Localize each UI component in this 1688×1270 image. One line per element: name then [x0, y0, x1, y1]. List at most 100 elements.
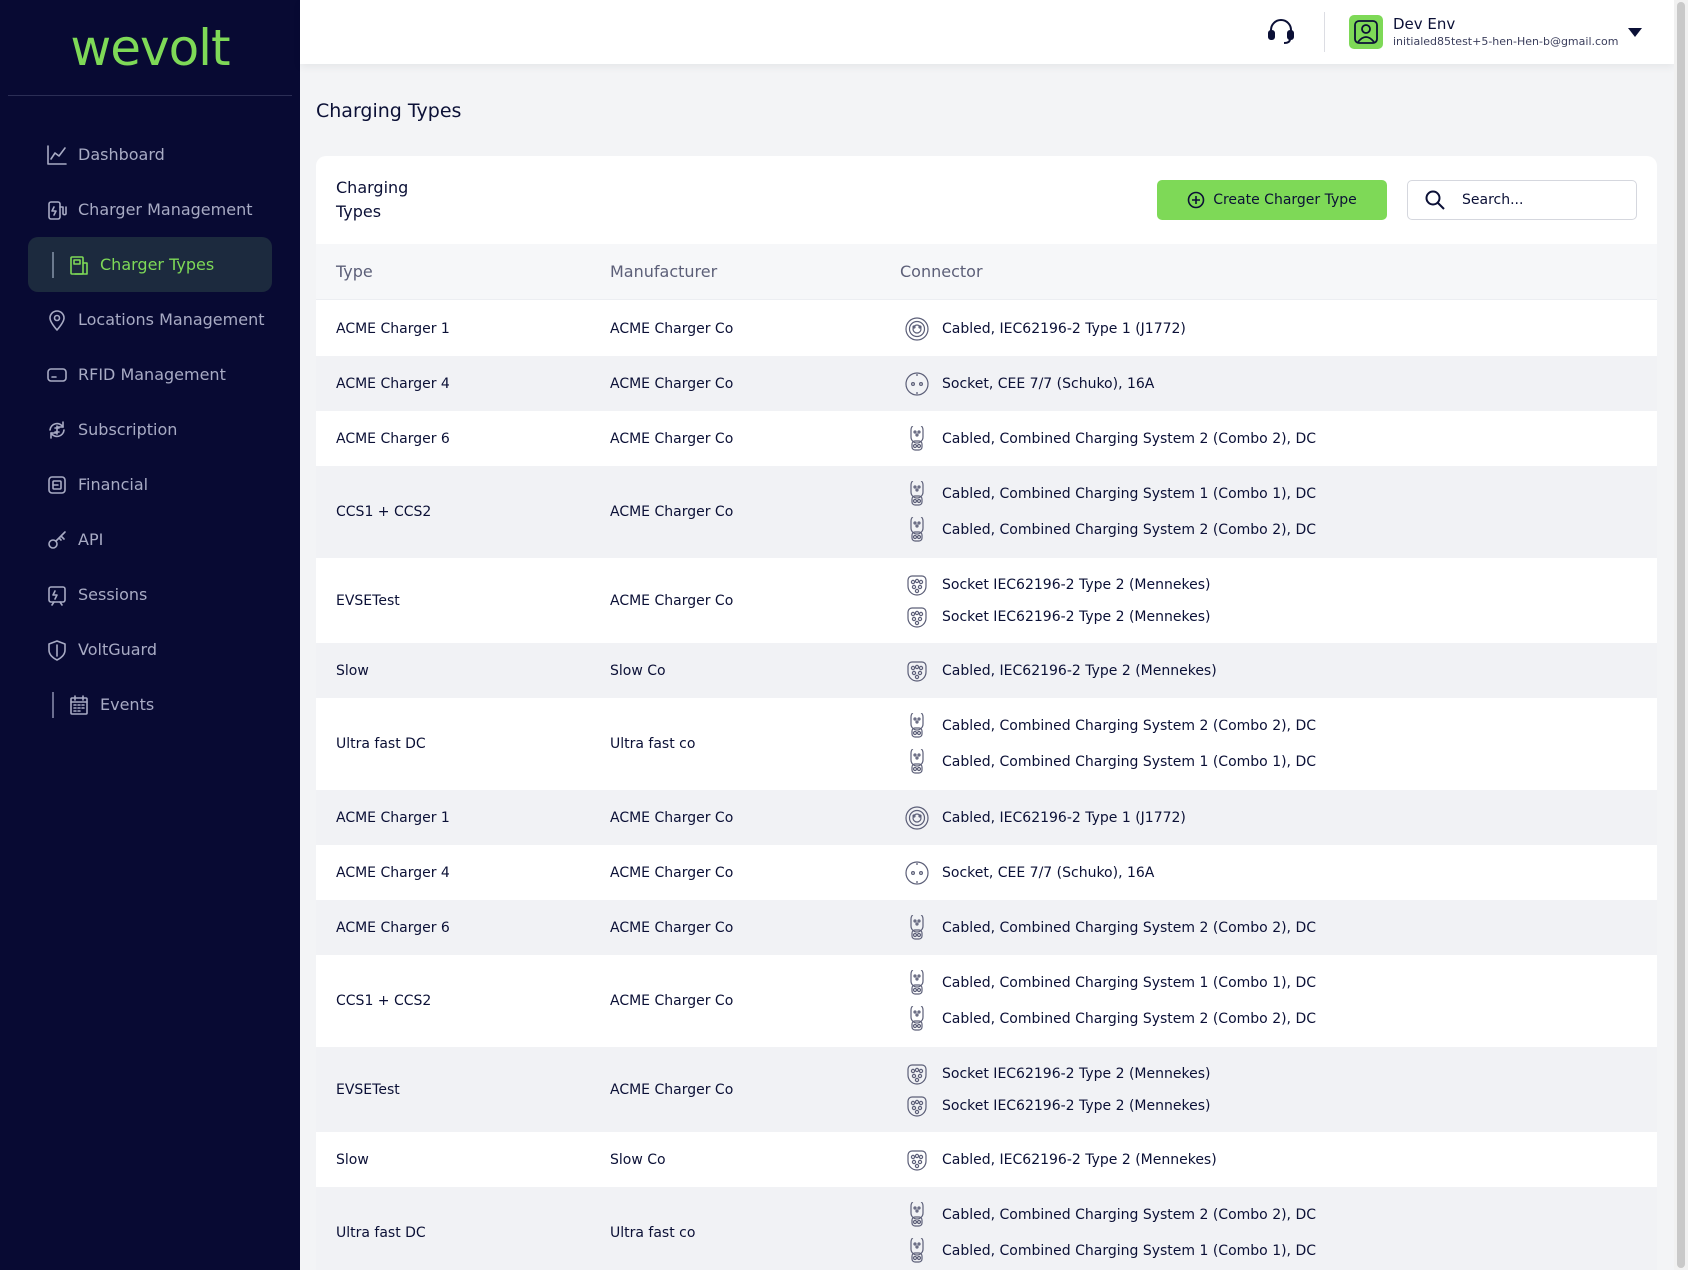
cell-manufacturer: ACME Charger Co	[610, 993, 734, 1009]
sidebar-item-financial[interactable]: Financial	[28, 457, 272, 512]
table-row[interactable]: CCS1 + CCS2 ACME Charger Co Cabled, Combin…	[316, 466, 1657, 558]
sidebar-item-api[interactable]: API	[28, 512, 272, 567]
cell-manufacturer: ACME Charger Co	[610, 592, 734, 609]
table-row[interactable]: EVSETest ACME Charger Co Socket IEC62196-2…	[316, 558, 1657, 643]
type2-connector-icon	[904, 572, 930, 598]
connector-label: Cabled, Combined Charging System 2 (Comb…	[942, 430, 1317, 447]
sidebar-item-label: Sessions	[78, 585, 148, 604]
subscription-icon	[46, 419, 68, 441]
cell-connector: Socket, CEE 7/7 (Schuko), 16A	[904, 356, 1154, 411]
create-charger-type-button[interactable]: Create Charger Type	[1157, 180, 1387, 220]
table-row[interactable]: Slow Slow Co Cabled, IEC62196-2 Type 2 (Me…	[316, 1132, 1657, 1187]
table-row[interactable]: Ultra fast DC Ultra fast co Cabled, Combin…	[316, 1187, 1657, 1270]
sidebar-item-label: VoltGuard	[78, 640, 158, 659]
combo-connector-icon	[904, 911, 930, 941]
connector-item: Cabled, Combined Charging System 2 (Comb…	[904, 1003, 1316, 1032]
table-row[interactable]: Ultra fast DC Ultra fast co Cabled, Combin…	[316, 698, 1657, 790]
combo-connector-icon	[904, 1235, 930, 1264]
table-row[interactable]: ACME Charger 6 ACME Charger Co Cabled, Com…	[316, 411, 1657, 466]
cell-connector: Cabled, Combined Charging System 2 (Comb…	[904, 411, 1316, 466]
charging-types-card: Charging Types Create Charger Type Type …	[316, 156, 1657, 1270]
cell-type: Slow	[336, 1151, 369, 1168]
search-input[interactable]	[1462, 192, 1612, 208]
sessions-icon	[46, 584, 68, 606]
connector-label: Socket, CEE 7/7 (Schuko), 16A	[942, 375, 1155, 392]
scrollbar[interactable]	[1674, 0, 1688, 1270]
sidebar-item-subscription[interactable]: Subscription	[28, 402, 272, 457]
table-row[interactable]: ACME Charger 1 ACME Charger Co Cabled, IEC…	[316, 790, 1657, 845]
avatar[interactable]	[1349, 15, 1383, 49]
schuko-socket-icon	[904, 860, 930, 886]
headset-support-icon[interactable]	[1266, 16, 1296, 46]
key-icon	[46, 529, 68, 551]
type1-connector-icon	[904, 316, 930, 342]
cell-type: ACME Charger 1	[336, 809, 450, 826]
sidebar-item-charger-types[interactable]: Charger Types	[28, 237, 272, 292]
connector-label: Cabled, Combined Charging System 2 (Comb…	[942, 1207, 1317, 1223]
connector-item: Cabled, Combined Charging System 2 (Comb…	[904, 911, 1317, 941]
sidebar-item-dashboard[interactable]: Dashboard	[28, 127, 272, 182]
connector-item: Cabled, Combined Charging System 1 (Comb…	[904, 478, 1317, 507]
sidebar-item-charger-management[interactable]: Charger Management	[28, 182, 272, 237]
sidebar-item-rfid-management[interactable]: RFID Management	[28, 347, 272, 402]
chevron-down-icon[interactable]	[1627, 26, 1643, 38]
cell-connector: Cabled, Combined Charging System 1 (Comb…	[904, 955, 1316, 1047]
table-row[interactable]: ACME Charger 4 ACME Charger Co Socket, CEE…	[316, 356, 1657, 411]
sidebar-item-label: Charger Types	[100, 255, 215, 274]
connector-label: Cabled, IEC62196-2 Type 2 (Mennekes)	[942, 662, 1217, 679]
table-row[interactable]: ACME Charger 4 ACME Charger Co Socket, CEE…	[316, 845, 1657, 900]
table-row[interactable]: EVSETest ACME Charger Co Socket IEC62196-2…	[316, 1047, 1657, 1132]
calendar-icon	[68, 694, 90, 716]
connector-label: Cabled, Combined Charging System 2 (Comb…	[942, 919, 1317, 936]
connector-item: Socket IEC62196-2 Type 2 (Mennekes)	[904, 1093, 1210, 1119]
sidebar-item-label: Locations Management	[78, 310, 265, 329]
connector-label: Socket IEC62196-2 Type 2 (Mennekes)	[942, 1097, 1211, 1114]
table-row[interactable]: ACME Charger 6 ACME Charger Co Cabled, Com…	[316, 900, 1657, 955]
connector-label: Cabled, IEC62196-2 Type 1 (J1772)	[942, 809, 1186, 826]
cell-connector: Socket IEC62196-2 Type 2 (Mennekes) Socke…	[904, 558, 1210, 643]
cell-type: Slow	[336, 662, 369, 679]
cell-connector: Cabled, IEC62196-2 Type 1 (J1772)	[904, 790, 1186, 845]
connector-item: Cabled, Combined Charging System 1 (Comb…	[904, 967, 1316, 996]
sidebar-item-events[interactable]: Events	[28, 677, 272, 732]
sidebar-item-label: RFID Management	[78, 365, 226, 384]
sidebar-item-locations-management[interactable]: Locations Management	[28, 292, 272, 347]
sidebar-item-voltguard[interactable]: VoltGuard	[28, 622, 272, 677]
type2-connector-icon	[904, 1061, 930, 1087]
cell-type: ACME Charger 6	[336, 919, 450, 936]
sidebar-item-label: Events	[100, 695, 155, 714]
combo-connector-icon	[904, 422, 930, 452]
cell-connector: Socket IEC62196-2 Type 2 (Mennekes) Socke…	[904, 1047, 1210, 1132]
cell-type: EVSETest	[336, 1081, 400, 1098]
connector-item: Cabled, Combined Charging System 1 (Comb…	[904, 746, 1316, 775]
cell-connector: Cabled, IEC62196-2 Type 1 (J1772)	[904, 301, 1186, 356]
sidebar-item-sessions[interactable]: Sessions	[28, 567, 272, 622]
connector-item: Socket, CEE 7/7 (Schuko), 16A	[904, 371, 1154, 397]
sidebar-item-label: Charger Management	[78, 200, 253, 219]
connector-label: Socket IEC62196-2 Type 2 (Mennekes)	[942, 608, 1211, 625]
connector-label: Socket IEC62196-2 Type 2 (Mennekes)	[942, 1065, 1211, 1082]
top-header: Dev Env initialed85test+5-hen-Hen-b@gmai…	[300, 0, 1674, 64]
card-title: Charging Types	[336, 178, 409, 221]
rfid-card-icon	[46, 364, 68, 386]
connector-item: Socket IEC62196-2 Type 2 (Mennekes)	[904, 604, 1210, 630]
cell-manufacturer: Slow Co	[610, 662, 666, 679]
table-row[interactable]: ACME Charger 1 ACME Charger Co Cabled, IEC…	[316, 301, 1657, 356]
connector-label: Cabled, Combined Charging System 1 (Comb…	[942, 486, 1317, 502]
connector-label: Socket, CEE 7/7 (Schuko), 16A	[942, 864, 1155, 881]
connector-label: Cabled, Combined Charging System 2 (Comb…	[942, 718, 1317, 734]
cell-manufacturer: ACME Charger Co	[610, 504, 734, 520]
connector-item: Cabled, Combined Charging System 1 (Comb…	[904, 1235, 1316, 1264]
logo[interactable]: wevolt	[0, 0, 300, 96]
shield-icon	[46, 639, 68, 661]
scrollbar-thumb[interactable]	[1677, 2, 1685, 1268]
sidebar-item-label: API	[78, 530, 104, 549]
column-header-manufacturer[interactable]: Manufacturer	[610, 262, 717, 281]
table-row[interactable]: Slow Slow Co Cabled, IEC62196-2 Type 2 (Me…	[316, 643, 1657, 698]
column-header-connector[interactable]: Connector	[900, 262, 983, 281]
table-row[interactable]: CCS1 + CCS2 ACME Charger Co Cabled, Combin…	[316, 955, 1657, 1047]
connector-item: Cabled, IEC62196-2 Type 1 (J1772)	[904, 805, 1186, 831]
cell-connector: Cabled, Combined Charging System 2 (Comb…	[904, 900, 1316, 955]
column-header-type[interactable]: Type	[336, 262, 373, 281]
cell-type: EVSETest	[336, 592, 400, 609]
